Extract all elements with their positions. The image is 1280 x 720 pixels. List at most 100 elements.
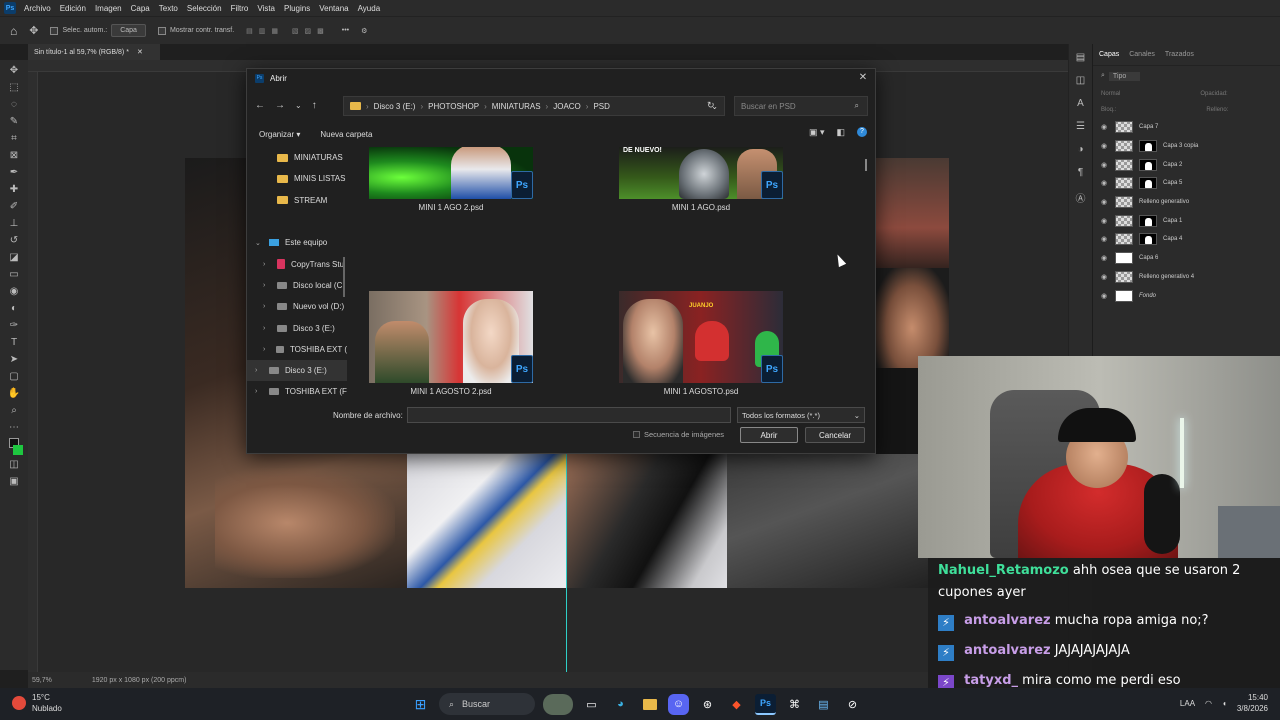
preview-pane-icon[interactable]: ◧ xyxy=(836,127,845,138)
settings-gear-icon[interactable]: ⚙ xyxy=(361,27,367,35)
menu-capa[interactable]: Capa xyxy=(131,4,150,13)
tab-canales[interactable]: Canales xyxy=(1129,51,1155,58)
breadcrumb-photoshop[interactable]: PHOTOSHOP xyxy=(428,102,479,111)
more-options-icon[interactable]: ••• xyxy=(342,27,349,34)
breadcrumb-psd[interactable]: PSD xyxy=(593,102,609,111)
breadcrumb-joaco[interactable]: JOACO xyxy=(553,102,581,111)
visibility-eye-icon[interactable]: ◉ xyxy=(1101,292,1109,300)
clock-date[interactable]: 3/8/2026 xyxy=(1237,703,1268,714)
visibility-eye-icon[interactable]: ◉ xyxy=(1101,161,1109,169)
move-tool-icon[interactable]: ✥ xyxy=(29,24,38,37)
nav-item[interactable]: MINIATURAS xyxy=(247,147,347,168)
opacity-label[interactable]: Opacidad: xyxy=(1200,91,1227,97)
nav-scrollbar[interactable] xyxy=(343,257,345,297)
comments-panel-icon[interactable]: ◫ xyxy=(1069,75,1092,86)
layer-row[interactable]: ◉ Capa 5 xyxy=(1093,174,1280,193)
layer-row[interactable]: ◉ Capa 7 xyxy=(1093,118,1280,137)
view-options-icon[interactable]: ▣ ▾ xyxy=(809,127,825,138)
glyphs-panel-icon[interactable]: Ⓐ xyxy=(1069,190,1092,205)
visibility-eye-icon[interactable]: ◉ xyxy=(1101,142,1109,150)
auto-select-checkbox[interactable] xyxy=(50,26,59,35)
tab-capas[interactable]: Capas xyxy=(1099,51,1119,58)
document-tab[interactable]: Sin título-1 al 59,7% (RGB/8) * ✕ xyxy=(28,44,160,60)
fill-label[interactable]: Relleno: xyxy=(1206,107,1228,113)
obs-icon[interactable]: ⊘ xyxy=(842,694,863,715)
type-tool-icon[interactable]: T xyxy=(7,336,21,350)
file-type-dropdown[interactable]: Todos los formatos (*.*) ⌄ xyxy=(737,407,865,423)
visibility-eye-icon[interactable]: ◉ xyxy=(1101,198,1109,206)
history-brush-tool-icon[interactable]: ↺ xyxy=(7,234,21,248)
forward-arrow-icon[interactable]: → xyxy=(275,100,285,111)
language-indicator[interactable]: LAA xyxy=(1180,698,1195,709)
layer-mask-thumbnail[interactable] xyxy=(1139,233,1157,246)
visibility-eye-icon[interactable]: ◉ xyxy=(1101,235,1109,243)
healing-brush-tool-icon[interactable]: ✚ xyxy=(7,183,21,197)
chevron-right-icon[interactable]: › xyxy=(263,261,271,268)
layer-row[interactable]: ◉ Relleno generativo 4 xyxy=(1093,268,1280,287)
up-arrow-icon[interactable]: ↑ xyxy=(312,100,317,111)
network-icon[interactable]: ◠ xyxy=(1205,698,1212,709)
photoshop-taskbar-icon[interactable]: Ps xyxy=(755,693,776,715)
chevron-right-icon[interactable]: › xyxy=(263,325,271,332)
paragraph-panel-icon[interactable]: ¶ xyxy=(1069,167,1092,178)
move-tool-icon[interactable]: ✥ xyxy=(7,64,21,78)
chevron-right-icon[interactable]: › xyxy=(255,367,263,374)
cancel-button[interactable]: Cancelar xyxy=(805,427,865,443)
chevron-right-icon[interactable]: › xyxy=(263,282,271,289)
help-icon[interactable]: ? xyxy=(857,127,867,137)
layer-mask-thumbnail[interactable] xyxy=(1139,140,1157,153)
open-button[interactable]: Abrir xyxy=(740,427,798,443)
menu-ayuda[interactable]: Ayuda xyxy=(358,4,381,13)
nav-item[interactable]: › Nuevo vol (D:) xyxy=(247,296,347,317)
nav-item[interactable]: › TOSHIBA EXT (F xyxy=(247,381,347,401)
frame-tool-icon[interactable]: ⊠ xyxy=(7,149,21,163)
blend-mode-dropdown[interactable]: Normal xyxy=(1101,91,1120,97)
visibility-eye-icon[interactable]: ◉ xyxy=(1101,273,1109,281)
auto-select-dropdown[interactable]: Capa xyxy=(111,24,146,37)
rectangle-tool-icon[interactable]: ▢ xyxy=(7,370,21,384)
layer-row[interactable]: ◉ Capa 3 copia xyxy=(1093,137,1280,156)
layer-row[interactable]: ◉ Capa 2 xyxy=(1093,155,1280,174)
screen-mode-icon[interactable]: ▣ xyxy=(7,475,21,489)
visibility-eye-icon[interactable]: ◉ xyxy=(1101,123,1109,131)
widgets-icon[interactable] xyxy=(543,693,573,715)
notepad-icon[interactable]: ▤ xyxy=(813,694,834,715)
show-transform-checkbox[interactable] xyxy=(157,26,166,35)
marquee-tool-icon[interactable]: ⬚ xyxy=(7,81,21,95)
align-icons[interactable]: ▤▥▦ ▧▨▩ xyxy=(246,27,330,35)
menu-filtro[interactable]: Filtro xyxy=(231,4,249,13)
gradient-tool-icon[interactable]: ▭ xyxy=(7,268,21,282)
weather-widget[interactable]: 15°C Nublado xyxy=(12,692,62,714)
menu-ventana[interactable]: Ventana xyxy=(319,4,348,13)
clock-time[interactable]: 15:40 xyxy=(1237,692,1268,703)
chevron-down-icon[interactable]: ⌄ xyxy=(255,239,263,247)
history-panel-icon[interactable]: ▤ xyxy=(1069,52,1092,63)
chevron-right-icon[interactable]: › xyxy=(255,388,263,395)
filename-input[interactable] xyxy=(407,407,731,423)
chevron-right-icon[interactable]: › xyxy=(263,303,271,310)
brush-tool-icon[interactable]: ✐ xyxy=(7,200,21,214)
steam-icon[interactable]: ⊛ xyxy=(697,694,718,715)
blur-tool-icon[interactable]: ◉ xyxy=(7,285,21,299)
menu-imagen[interactable]: Imagen xyxy=(95,4,122,13)
more-tools-icon[interactable]: ⋯ xyxy=(7,421,21,435)
nav-item[interactable]: › Disco 3 (E:) xyxy=(247,359,347,382)
quick-mask-icon[interactable]: ◫ xyxy=(7,458,21,472)
zoom-tool-icon[interactable]: ⌕ xyxy=(7,404,21,418)
search-input[interactable]: Buscar en PSD ⌕ xyxy=(734,96,868,116)
color-panel-icon[interactable]: ◑ xyxy=(1069,144,1092,155)
file-list-scrollbar[interactable] xyxy=(865,159,867,171)
nav-item[interactable]: ⌄ Este equipo xyxy=(247,232,347,253)
type-panel-icon[interactable]: A xyxy=(1069,98,1092,109)
organize-button[interactable]: Organizar ▾ xyxy=(259,130,300,139)
system-tray[interactable]: LAA ◠ ◖ 15:40 3/8/2026 xyxy=(1180,692,1268,714)
nav-item[interactable]: › Disco local (C: xyxy=(247,275,347,296)
menu-archivo[interactable]: Archivo xyxy=(24,4,51,13)
layer-row[interactable]: ◉ Fondo xyxy=(1093,286,1280,305)
edge-browser-icon[interactable]: ◕ xyxy=(610,694,631,715)
nav-item[interactable]: › TOSHIBA EXT ( xyxy=(247,339,347,360)
eraser-tool-icon[interactable]: ◪ xyxy=(7,251,21,265)
layer-row[interactable]: ◉ Capa 6 xyxy=(1093,249,1280,268)
dodge-tool-icon[interactable]: ◐ xyxy=(7,302,21,316)
refresh-icon[interactable]: ↻ xyxy=(707,100,715,111)
